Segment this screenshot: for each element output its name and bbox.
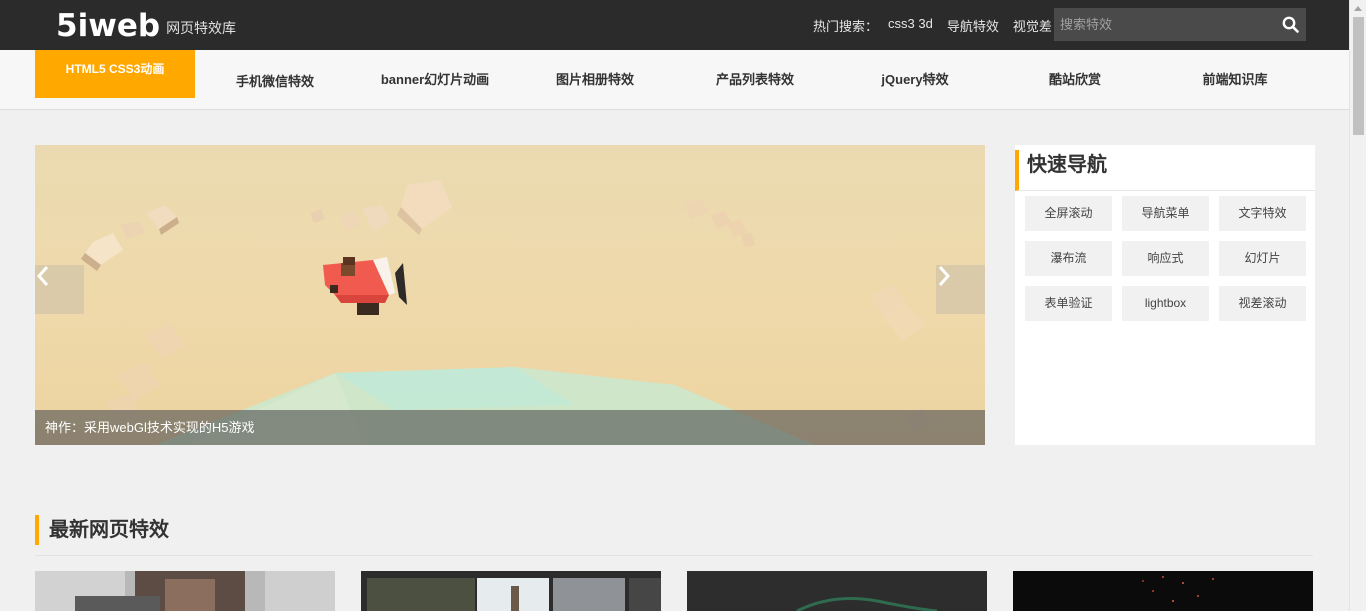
logo-subtitle: 网页特效库 bbox=[166, 20, 237, 36]
hot-link-css3-3d[interactable]: css3 3d bbox=[888, 16, 933, 35]
thumb-image bbox=[361, 571, 661, 611]
scrollbar-thumb[interactable] bbox=[1353, 17, 1364, 135]
top-bar: 5iweb 网页特效库 热门搜索： css3 3d 导航特效 视觉差 bbox=[0, 0, 1349, 50]
thumb-image bbox=[1013, 571, 1313, 611]
tag-waterfall[interactable]: 瀑布流 bbox=[1025, 241, 1112, 276]
search-input[interactable] bbox=[1054, 8, 1274, 41]
nav-item-html5-css3[interactable]: HTML5 CSS3动画 bbox=[35, 50, 195, 98]
page-scrollbar[interactable] bbox=[1349, 0, 1366, 611]
latest-thumb-1[interactable] bbox=[35, 571, 335, 611]
nav-item-mobile-wechat[interactable]: 手机微信特效 bbox=[195, 50, 355, 110]
banner-image bbox=[81, 180, 931, 445]
tag-parallax-scroll[interactable]: 视差滚动 bbox=[1219, 286, 1306, 321]
hot-link-nav-effects[interactable]: 导航特效 bbox=[947, 16, 999, 35]
hot-link-parallax[interactable]: 视觉差 bbox=[1013, 16, 1052, 35]
scroll-up-icon[interactable] bbox=[1354, 6, 1362, 11]
tag-lightbox[interactable]: lightbox bbox=[1122, 286, 1209, 321]
divider bbox=[35, 555, 1313, 556]
thumb-image bbox=[35, 571, 335, 611]
banner-caption[interactable]: 神作：采用webGl技术实现的H5游戏 bbox=[35, 410, 985, 445]
search-icon bbox=[1282, 16, 1299, 33]
tag-slideshow[interactable]: 幻灯片 bbox=[1219, 241, 1306, 276]
latest-thumb-4[interactable] bbox=[1013, 571, 1313, 611]
banner-next-button[interactable] bbox=[936, 265, 985, 314]
tag-text-effects[interactable]: 文字特效 bbox=[1219, 196, 1306, 231]
tag-fullscreen-scroll[interactable]: 全屏滚动 bbox=[1025, 196, 1112, 231]
hot-search-label: 热门搜索： bbox=[813, 19, 879, 34]
banner-prev-button[interactable] bbox=[35, 265, 84, 314]
quick-nav-panel: 快速导航 全屏滚动 导航菜单 文字特效 瀑布流 响应式 幻灯片 表单验证 lig… bbox=[1015, 145, 1315, 445]
tag-nav-menu[interactable]: 导航菜单 bbox=[1122, 196, 1209, 231]
quick-nav-title: 快速导航 bbox=[1015, 150, 1315, 191]
chevron-right-icon bbox=[938, 266, 951, 286]
latest-thumb-3[interactable] bbox=[687, 571, 987, 611]
logo[interactable]: 5iweb 网页特效库 bbox=[56, 7, 236, 43]
nav-item-cool-sites[interactable]: 酷站欣赏 bbox=[995, 50, 1155, 110]
tag-responsive[interactable]: 响应式 bbox=[1122, 241, 1209, 276]
latest-section-title: 最新网页特效 bbox=[35, 515, 169, 545]
chevron-left-icon bbox=[36, 266, 49, 286]
nav-item-jquery[interactable]: jQuery特效 bbox=[835, 50, 995, 110]
tag-form-validation[interactable]: 表单验证 bbox=[1025, 286, 1112, 321]
latest-thumb-2[interactable] bbox=[361, 571, 661, 611]
search-button[interactable] bbox=[1274, 8, 1306, 41]
nav-item-banner[interactable]: banner幻灯片动画 bbox=[355, 50, 515, 110]
logo-mark: 5iweb bbox=[56, 8, 161, 44]
nav-item-knowledge[interactable]: 前端知识库 bbox=[1155, 50, 1315, 110]
nav-item-gallery[interactable]: 图片相册特效 bbox=[515, 50, 675, 110]
hot-search: 热门搜索： css3 3d 导航特效 视觉差 bbox=[813, 16, 1066, 35]
nav-item-product-list[interactable]: 产品列表特效 bbox=[675, 50, 835, 110]
search-box bbox=[1054, 8, 1306, 41]
main-nav: HTML5 CSS3动画 手机微信特效 banner幻灯片动画 图片相册特效 产… bbox=[0, 50, 1349, 110]
thumb-image bbox=[687, 571, 987, 611]
banner-slider[interactable]: 神作：采用webGl技术实现的H5游戏 bbox=[35, 145, 985, 445]
